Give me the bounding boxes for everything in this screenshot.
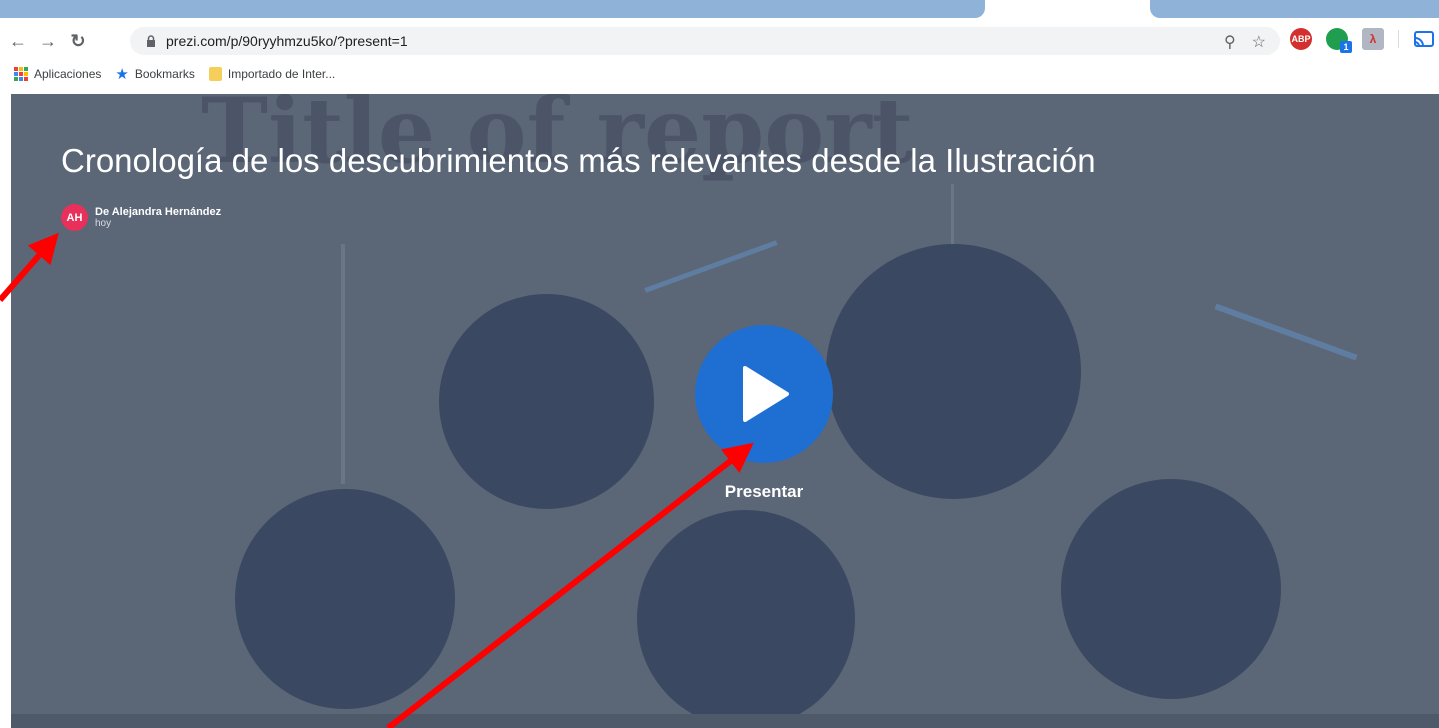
star-icon: ★ (115, 66, 129, 83)
background-line (644, 240, 778, 293)
pdf-extension-icon[interactable]: λ (1362, 28, 1384, 50)
author-block[interactable]: AH De Alejandra Hernández hoy (61, 204, 221, 231)
back-icon[interactable]: ← (6, 29, 30, 53)
bookmark-apps[interactable]: Aplicaciones (14, 67, 101, 81)
browser-toolbar: ← → ↻ prezi.com/p/90ryyhmzu5ko/?present=… (0, 22, 1439, 60)
background-circle (1061, 479, 1281, 699)
bookmark-label: Importado de Inter... (227, 67, 336, 81)
background-circle (637, 510, 855, 728)
bottom-bar (11, 714, 1439, 728)
tab-strip (0, 0, 1439, 22)
background-circle (439, 294, 654, 509)
extension-badge: 1 (1340, 41, 1352, 53)
tab[interactable] (0, 0, 985, 18)
cast-icon[interactable] (1413, 30, 1435, 48)
apps-grid-icon (14, 67, 28, 81)
bookmark-label: Aplicaciones (34, 67, 102, 81)
tab[interactable] (1150, 0, 1439, 18)
presentation-title: Cronología de los descubrimientos más re… (61, 142, 1096, 179)
reload-icon[interactable]: ↻ (66, 29, 90, 53)
play-button[interactable] (695, 325, 833, 463)
extension-icon[interactable]: 1 (1326, 28, 1352, 53)
divider (1398, 30, 1399, 48)
presentation-preview[interactable]: Title of report Cronología de los descub… (11, 94, 1439, 728)
bookmark-star-icon[interactable]: ☆ (1252, 32, 1266, 52)
url-text: prezi.com/p/90ryyhmzu5ko/?present=1 (166, 33, 408, 49)
present-label[interactable]: Presentar (695, 482, 833, 502)
zoom-icon[interactable]: ⚲ (1224, 32, 1236, 52)
bookmarks-bar: Aplicaciones ★ Bookmarks Importado de In… (0, 60, 1439, 88)
avatar[interactable]: AH (61, 204, 88, 231)
forward-icon[interactable]: → (36, 29, 60, 53)
bookmark-label: Bookmarks (134, 67, 195, 81)
folder-icon (208, 67, 222, 81)
background-circle (826, 244, 1081, 499)
play-icon (743, 366, 789, 422)
bookmark-bookmarks[interactable]: ★ Bookmarks (115, 65, 194, 83)
lock-icon (144, 34, 158, 48)
address-bar[interactable]: prezi.com/p/90ryyhmzu5ko/?present=1 ⚲ ☆ (130, 27, 1280, 55)
background-circle (235, 489, 455, 709)
author-date: hoy (95, 218, 112, 229)
adblock-extension-icon[interactable]: ABP (1290, 28, 1312, 50)
bookmark-folder[interactable]: Importado de Inter... (208, 67, 336, 81)
author-name[interactable]: De Alejandra Hernández (95, 206, 221, 218)
background-line (341, 244, 345, 484)
background-line (1214, 303, 1358, 361)
